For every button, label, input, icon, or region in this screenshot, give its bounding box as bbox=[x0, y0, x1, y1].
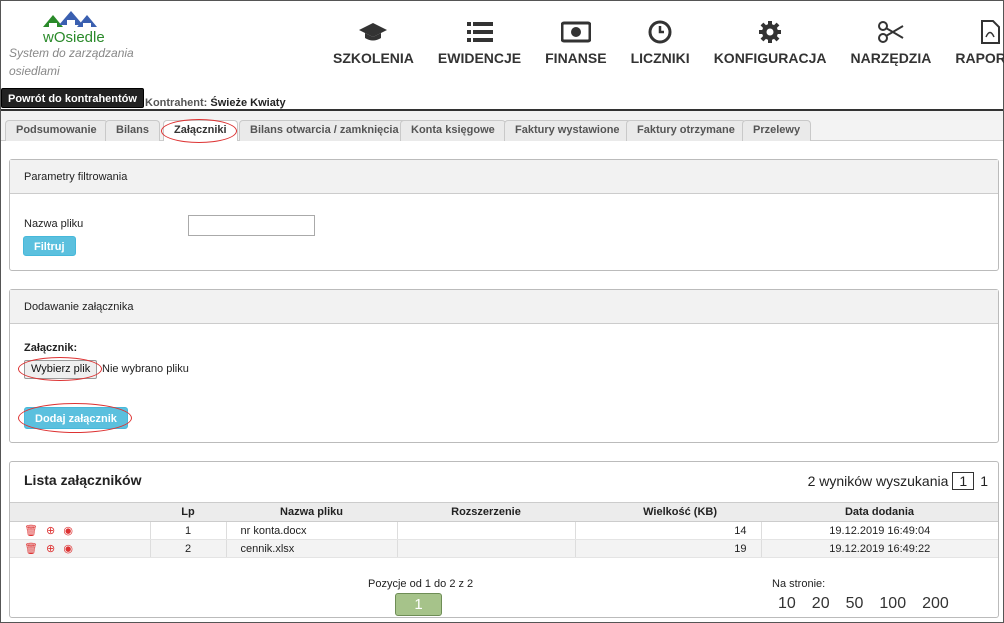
graduation-cap-icon bbox=[358, 19, 388, 45]
column-header[interactable]: Wielkość (KB) bbox=[575, 502, 761, 522]
position-info: Pozycje od 1 do 2 z 2 bbox=[368, 578, 474, 590]
nav-liczniki[interactable]: LICZNIKI bbox=[619, 19, 702, 66]
per-page-option[interactable]: 100 bbox=[879, 595, 906, 613]
filename-input[interactable] bbox=[188, 215, 315, 236]
list-title: Lista załączników bbox=[24, 472, 142, 488]
cell-lp: 1 bbox=[149, 521, 226, 540]
per-page-label: Na stronie: bbox=[772, 578, 826, 590]
tab-bilans[interactable]: Bilans bbox=[105, 120, 161, 141]
download-icon[interactable]: ⊕ bbox=[46, 525, 55, 537]
contractor-name: Świeże Kwiaty bbox=[210, 97, 286, 109]
tab-faktury-wystawione[interactable]: Faktury wystawione bbox=[504, 120, 631, 141]
per-page-option[interactable]: 20 bbox=[812, 595, 830, 613]
page-number-input[interactable]: 1 bbox=[952, 472, 975, 490]
table-row: 🗑 ⊕ ◉ 2 cennik.xlsx 19 19.12.2019 16:49:… bbox=[10, 539, 998, 558]
view-eye-icon[interactable]: ◉ bbox=[63, 543, 73, 555]
tab-zalaczniki[interactable]: Załączniki bbox=[163, 120, 238, 141]
tabs-bar: Podsumowanie Bilans Załączniki Bilans ot… bbox=[1, 111, 1003, 143]
table-row: 🗑 ⊕ ◉ 1 nr konta.docx 14 19.12.2019 16:4… bbox=[10, 521, 998, 540]
tagline: System do zarządzania osiedlami bbox=[9, 46, 134, 78]
download-icon[interactable]: ⊕ bbox=[46, 543, 55, 555]
cell-filename: nr konta.docx bbox=[225, 521, 397, 540]
filter-panel: Parametry filtrowania Nazwa pliku Filtru… bbox=[9, 159, 999, 271]
per-page-options: 10 20 50 100 200 bbox=[778, 595, 965, 613]
pdf-file-icon bbox=[975, 19, 1004, 45]
list-icon bbox=[465, 19, 495, 45]
tab-konta-ksiegowe[interactable]: Konta księgowe bbox=[400, 120, 506, 141]
column-header[interactable]: Rozszerzenie bbox=[397, 502, 575, 522]
filter-button[interactable]: Filtruj bbox=[23, 236, 76, 256]
back-to-contractors-button[interactable]: Powrót do kontrahentów bbox=[1, 88, 144, 108]
annotation-ellipse bbox=[18, 403, 132, 433]
per-page-option[interactable]: 10 bbox=[778, 595, 796, 613]
pager-current-page[interactable]: 1 bbox=[395, 593, 442, 616]
attachments-table: Lp Nazwa pliku Rozszerzenie Wielkość (KB… bbox=[10, 502, 998, 558]
tab-podsumowanie[interactable]: Podsumowanie bbox=[5, 120, 108, 141]
results-count: 2 wyników wyszukania bbox=[807, 473, 949, 489]
attachments-list-panel: Lista załączników 2 wyników wyszukania 1… bbox=[9, 461, 999, 618]
filter-panel-title: Parametry filtrowania bbox=[10, 160, 998, 194]
nav-ewidencje[interactable]: EWIDENCJE bbox=[426, 19, 533, 66]
gear-icon bbox=[755, 19, 785, 45]
nav-szkolenia[interactable]: SZKOLENIA bbox=[321, 19, 426, 66]
tab-przelewy[interactable]: Przelewy bbox=[742, 120, 812, 141]
cell-date: 19.12.2019 16:49:04 bbox=[760, 521, 998, 540]
cell-lp: 2 bbox=[149, 539, 226, 558]
cell-extension bbox=[396, 521, 575, 540]
upload-panel: Dodawanie załącznika Załącznik: Wybierz … bbox=[9, 289, 999, 443]
results-summary: 2 wyników wyszukania 1 1 bbox=[808, 472, 988, 490]
money-icon bbox=[560, 19, 591, 45]
cell-size: 19 bbox=[574, 539, 761, 558]
cell-extension bbox=[396, 539, 575, 558]
scissors-icon bbox=[876, 19, 906, 45]
cell-date: 19.12.2019 16:49:22 bbox=[760, 539, 998, 558]
clock-icon bbox=[645, 19, 675, 45]
nav-finanse[interactable]: FINANSE bbox=[533, 19, 618, 66]
table-header: Lp Nazwa pliku Rozszerzenie Wielkość (KB… bbox=[10, 502, 998, 522]
cell-filename: cennik.xlsx bbox=[225, 539, 397, 558]
nav-narzedzia[interactable]: NARZĘDZIA bbox=[838, 19, 943, 66]
delete-icon[interactable]: 🗑 bbox=[24, 525, 38, 537]
row-actions: 🗑 ⊕ ◉ bbox=[10, 521, 150, 540]
attachment-label: Załącznik: bbox=[24, 342, 78, 354]
per-page-option[interactable]: 50 bbox=[846, 595, 864, 613]
filename-label: Nazwa pliku bbox=[24, 218, 84, 230]
total-pages: 1 bbox=[980, 473, 988, 489]
nav-konfiguracja[interactable]: KONFIGURACJA bbox=[702, 19, 839, 66]
delete-icon[interactable]: 🗑 bbox=[24, 543, 38, 555]
column-header[interactable]: Data dodania bbox=[761, 502, 998, 522]
tab-faktury-otrzymane[interactable]: Faktury otrzymane bbox=[626, 120, 746, 141]
contractor-info: Kontrahent: Świeże Kwiaty bbox=[145, 97, 286, 109]
column-header[interactable]: Lp bbox=[150, 502, 226, 522]
actions-header bbox=[10, 502, 150, 522]
no-file-text: Nie wybrano pliku bbox=[102, 363, 189, 375]
column-header[interactable]: Nazwa pliku bbox=[226, 502, 397, 522]
cell-size: 14 bbox=[574, 521, 761, 540]
per-page-option[interactable]: 200 bbox=[922, 595, 949, 613]
row-actions: 🗑 ⊕ ◉ bbox=[10, 539, 150, 558]
view-eye-icon[interactable]: ◉ bbox=[63, 525, 73, 537]
upload-panel-title: Dodawanie załącznika bbox=[10, 290, 998, 324]
top-navigation: SZKOLENIA EWIDENCJE FINANSE LICZNIKI KON… bbox=[321, 19, 1004, 66]
nav-raporty[interactable]: RAPORTY bbox=[943, 19, 1004, 66]
annotation-ellipse bbox=[18, 357, 102, 381]
tab-bilans-otwarcia[interactable]: Bilans otwarcia / zamknięcia bbox=[239, 120, 410, 141]
contractor-label: Kontrahent: bbox=[145, 97, 208, 109]
